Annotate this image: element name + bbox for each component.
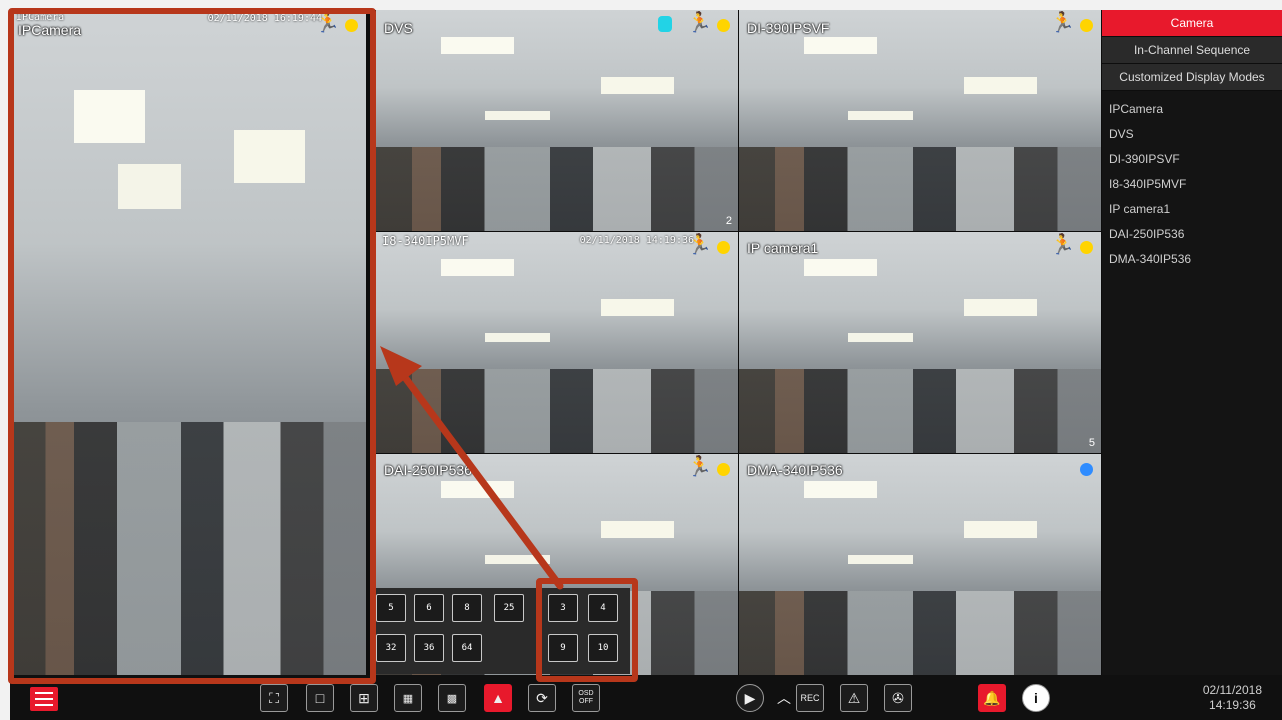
camera-list-item[interactable]: IPCamera <box>1102 97 1282 122</box>
disk-icon[interactable]: ✇ <box>884 684 912 712</box>
layout-5-option[interactable]: 5 <box>376 594 406 622</box>
layout-custom-icon[interactable]: ▲ <box>484 684 512 712</box>
tile-number: 5 <box>1088 437 1095 449</box>
nvr-live-view: IPCamera IPCamera 02/11/2018 16:19:44 🏃 … <box>10 10 1282 720</box>
camera-list-item[interactable]: IP camera1 <box>1102 197 1282 222</box>
camera-name: IPCamera <box>18 22 82 38</box>
tile-number: 2 <box>725 215 732 227</box>
motion-detection-icon: 🏃 <box>687 12 712 34</box>
camera-tile-di-390ipsvf[interactable]: DI-390IPSVF 🏃 <box>739 10 1101 231</box>
camera-list-item[interactable]: DMA-340IP536 <box>1102 247 1282 272</box>
camera-list: IPCamera DVS DI-390IPSVF I8-340IP5MVF IP… <box>1102 97 1282 272</box>
layout-36-option[interactable]: 36 <box>414 634 444 662</box>
layout-6-option[interactable]: 6 <box>414 594 444 622</box>
camera-name: DMA-340IP536 <box>747 462 843 478</box>
layout-4-icon[interactable]: ⊞ <box>350 684 378 712</box>
tab-in-channel-sequence[interactable]: In-Channel Sequence <box>1102 37 1282 64</box>
layout-8-option[interactable]: 8 <box>452 594 482 622</box>
motion-detection-icon: 🏃 <box>315 12 340 34</box>
camera-side-panel: Camera In-Channel Sequence Customized Di… <box>1102 10 1282 675</box>
status-dot-icon <box>345 19 358 32</box>
status-dot-icon <box>1080 241 1093 254</box>
osd-toggle-button[interactable]: OSD OFF <box>572 684 600 712</box>
tab-customized-display-modes[interactable]: Customized Display Modes <box>1102 64 1282 91</box>
layout-3-option[interactable]: 3 <box>548 594 578 622</box>
camera-tile-dma-340ip536[interactable]: DMA-340IP536 <box>739 454 1101 675</box>
camera-timestamp: 02/11/2018 16:19:44 <box>207 13 322 24</box>
layout-10-option[interactable]: 10 <box>588 634 618 662</box>
motion-detection-icon: 🏃 <box>687 234 712 256</box>
layout-1-icon[interactable]: □ <box>306 684 334 712</box>
layout-9-option[interactable]: 9 <box>548 634 578 662</box>
layout-16-icon[interactable]: ▩ <box>438 684 466 712</box>
face-detection-icon <box>658 16 672 32</box>
camera-tile-ipcamera[interactable]: IPCamera IPCamera 02/11/2018 16:19:44 🏃 <box>10 10 366 675</box>
camera-tile-ip-camera1[interactable]: IP camera1 🏃 5 <box>739 232 1101 453</box>
layout-64-option[interactable]: 64 <box>452 634 482 662</box>
layout-popup-highlighted: 3 4 9 10 <box>542 588 630 674</box>
camera-timestamp: 02/11/2018 14:19:36 <box>579 235 694 246</box>
motion-detection-icon: 🏃 <box>1050 12 1075 34</box>
tab-camera[interactable]: Camera <box>1102 10 1282 37</box>
record-icon[interactable]: REC <box>796 684 824 712</box>
camera-list-item[interactable]: DI-390IPSVF <box>1102 147 1282 172</box>
camera-list-item[interactable]: DAI-250IP536 <box>1102 222 1282 247</box>
layout-25-option[interactable]: 25 <box>494 594 524 622</box>
clock-date: 02/11/2018 <box>1202 683 1262 697</box>
status-dot-icon <box>717 19 730 32</box>
camera-name: IP camera1 <box>747 240 819 256</box>
motion-detection-icon: 🏃 <box>687 456 712 478</box>
layout-9-icon[interactable]: ▦ <box>394 684 422 712</box>
camera-tile-dvs[interactable]: DVS 🏃 2 <box>376 10 738 231</box>
camera-name: DAI-250IP536 <box>384 462 472 478</box>
camera-name: DI-390IPSVF <box>747 20 830 36</box>
layout-4-option[interactable]: 4 <box>588 594 618 622</box>
manual-alarm-icon[interactable]: ⚠ <box>840 684 868 712</box>
menu-icon[interactable] <box>30 687 58 711</box>
camera-osd-text: I8-340IP5MVF <box>382 234 469 248</box>
layout-popup: 5 6 8 25 32 36 64 <box>372 588 542 674</box>
status-dot-icon <box>717 463 730 476</box>
expand-up-icon[interactable]: ︿ <box>770 684 798 712</box>
camera-list-item[interactable]: DVS <box>1102 122 1282 147</box>
motion-detection-icon: 🏃 <box>1050 234 1075 256</box>
camera-list-item[interactable]: I8-340IP5MVF <box>1102 172 1282 197</box>
sequence-icon[interactable]: ⟳ <box>528 684 556 712</box>
camera-name: DVS <box>384 20 413 36</box>
clock-time: 14:19:36 <box>1209 698 1256 712</box>
status-dot-icon <box>1080 19 1093 32</box>
playback-icon[interactable]: ▶ <box>736 684 764 712</box>
alarm-bell-icon[interactable]: 🔔 <box>978 684 1006 712</box>
camera-tile-i8-340ip5mvf[interactable]: I8-340IP5MVF 02/11/2018 14:19:36 🏃 <box>376 232 738 453</box>
clock: 02/11/2018 14:19:36 <box>1203 683 1262 713</box>
bottom-toolbar: ⛶ □ ⊞ ▦ ▩ ▲ ⟳ OSD OFF ▶ ︿ REC ⚠ ✇ 🔔 i 02… <box>10 675 1282 720</box>
status-dot-icon <box>717 241 730 254</box>
info-icon[interactable]: i <box>1022 684 1050 712</box>
layout-32-option[interactable]: 32 <box>376 634 406 662</box>
fullscreen-icon[interactable]: ⛶ <box>260 684 288 712</box>
status-dot-icon <box>1080 463 1093 476</box>
